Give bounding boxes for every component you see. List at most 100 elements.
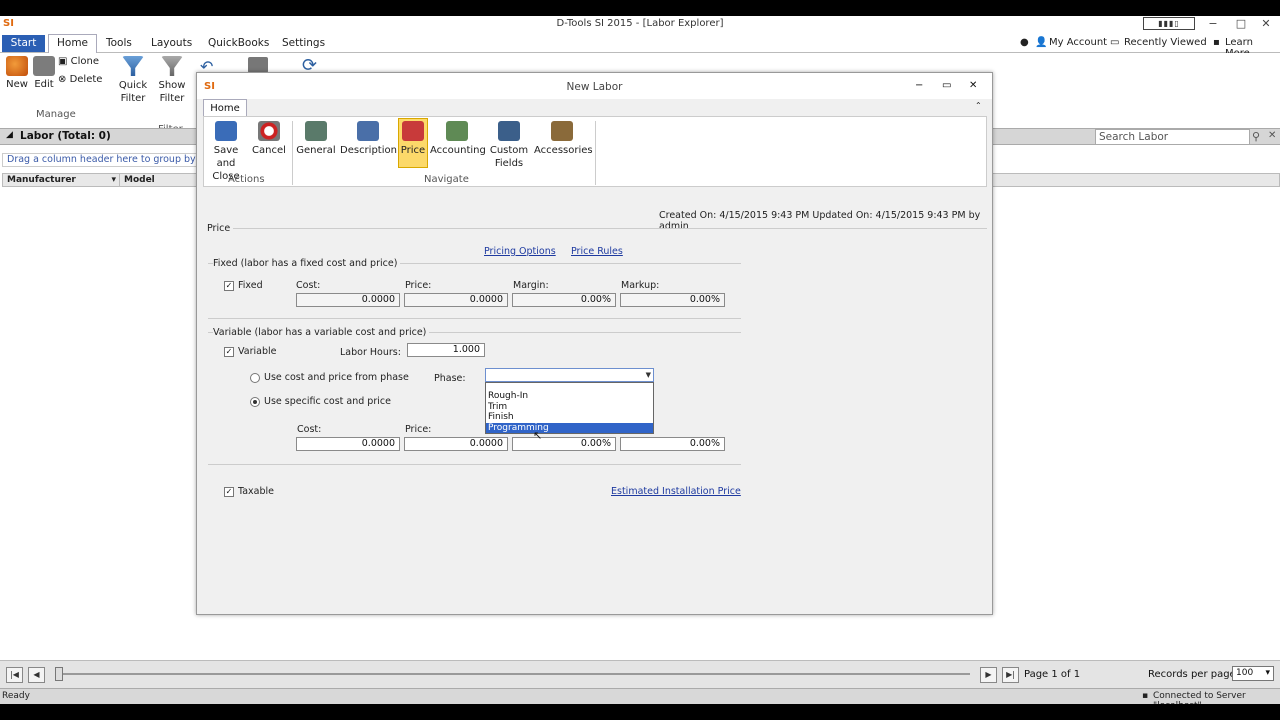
custom-fields-button[interactable]: Custom Fields (488, 121, 530, 170)
cancel-button[interactable]: Cancel (252, 121, 286, 157)
fixed-markup-field[interactable]: 0.00% (620, 293, 725, 307)
first-page-icon[interactable]: |◀ (6, 667, 23, 683)
custom-fields-icon (498, 121, 520, 141)
recent-icon: ▭ (1110, 37, 1120, 48)
price-section-title: Price (207, 223, 234, 234)
column-manufacturer[interactable]: Manufacturer ▾ (2, 173, 120, 187)
description-button[interactable]: Description (340, 121, 397, 157)
phase-option-trim[interactable]: Trim (486, 402, 653, 413)
prev-page-icon[interactable]: ◀ (28, 667, 45, 683)
delete-icon: ⊗ (58, 74, 67, 85)
panel-close-icon[interactable]: ✕ (1268, 130, 1276, 141)
column-filter-icon[interactable]: ▾ (111, 175, 116, 185)
edit-button[interactable]: Edit (32, 56, 56, 90)
column-model[interactable]: Model (119, 173, 199, 187)
menu-layouts[interactable]: Layouts (151, 37, 192, 49)
fixed-margin-label: Margin: (513, 280, 549, 291)
variable-price-label: Price: (405, 424, 432, 435)
report-icon[interactable] (248, 57, 268, 73)
fixed-cost-field[interactable]: 0.0000 (296, 293, 400, 307)
close-icon[interactable]: ✕ (1258, 17, 1274, 30)
column-manufacturer-label: Manufacturer (7, 175, 76, 185)
records-per-page-value: 100 (1236, 668, 1254, 678)
menu-start[interactable]: Start (2, 35, 45, 52)
page-indicator: Page 1 of 1 (1024, 669, 1081, 680)
dialog-minimize-icon[interactable]: − (915, 80, 923, 91)
next-page-icon[interactable]: ▶ (980, 667, 997, 683)
phase-radio[interactable] (250, 373, 260, 383)
menu-quickbooks[interactable]: QuickBooks (208, 37, 269, 49)
variable-cost-field[interactable]: 0.0000 (296, 437, 400, 451)
maximize-icon[interactable]: □ (1233, 17, 1249, 30)
records-per-page-select[interactable]: 100 ▾ (1232, 666, 1274, 681)
search-labor-input[interactable]: Search Labor (1095, 129, 1250, 145)
fixed-checkbox[interactable]: ✓ (224, 281, 234, 291)
fixed-price-label: Price: (405, 280, 432, 291)
search-icon[interactable]: ⚲ (1252, 130, 1260, 143)
dialog-restore-icon[interactable]: ▭ (942, 80, 951, 91)
accounting-icon (446, 121, 468, 141)
phase-select[interactable]: ▼ (485, 368, 654, 382)
dialog-close-icon[interactable]: ✕ (969, 80, 977, 91)
price-label: Price (400, 145, 426, 156)
menu-tools[interactable]: Tools (106, 37, 132, 49)
collapse-icon[interactable]: ◢ (6, 130, 13, 140)
fixed-price-field[interactable]: 0.0000 (404, 293, 508, 307)
price-button[interactable]: Price (398, 118, 428, 168)
edit-icon (33, 56, 55, 76)
group-separator (595, 121, 596, 185)
accounting-button[interactable]: Accounting (430, 121, 486, 157)
scroll-track[interactable] (58, 673, 970, 675)
new-label: New (6, 79, 28, 90)
labor-hours-field[interactable]: 1.000 (407, 343, 485, 357)
recently-viewed-link[interactable]: Recently Viewed (1124, 37, 1207, 48)
accessories-button[interactable]: Accessories (534, 121, 593, 157)
description-icon (357, 121, 379, 141)
new-icon (6, 56, 28, 76)
column-filler (986, 173, 1280, 187)
variable-cost-label: Cost: (297, 424, 322, 435)
variable-legend: Variable (labor has a variable cost and … (213, 327, 430, 338)
menu-home[interactable]: Home (48, 34, 98, 54)
menu-settings[interactable]: Settings (282, 37, 325, 49)
new-button[interactable]: New (4, 56, 30, 90)
funnel-icon (122, 56, 144, 76)
clone-button[interactable]: ▣ Clone (58, 56, 99, 67)
phase-option-programming[interactable]: Programming (486, 422, 653, 433)
save-icon (215, 121, 237, 141)
app-window: SI D-Tools SI 2015 - [Labor Explorer] ▮▮… (0, 16, 1280, 704)
pricing-options-link[interactable]: Pricing Options (484, 246, 556, 257)
variable-markup-field[interactable]: 0.00% (620, 437, 725, 451)
group-manage: Manage (36, 109, 76, 120)
custom-fields-label: Custom Fields (489, 145, 529, 169)
clone-icon: ▣ (58, 56, 68, 67)
fixed-margin-field[interactable]: 0.00% (512, 293, 616, 307)
minimize-icon[interactable]: − (1205, 17, 1221, 30)
description-label: Description (340, 145, 397, 156)
menu-bar: Start Home Tools Layouts QuickBooks Sett… (0, 34, 1280, 59)
price-rules-link[interactable]: Price Rules (571, 246, 623, 257)
variable-checkbox[interactable]: ✓ (224, 347, 234, 357)
variable-margin-field[interactable]: 0.00% (512, 437, 616, 451)
specific-radio[interactable] (250, 397, 260, 407)
phase-option-rough-in[interactable]: Rough-In (486, 391, 653, 402)
quick-filter-button[interactable]: Quick Filter (116, 56, 150, 105)
accounting-label: Accounting (430, 145, 486, 156)
scroll-handle[interactable] (55, 667, 63, 681)
ribbon-collapse-icon[interactable]: ⌃ (975, 101, 982, 110)
book-icon: ▪ (1213, 37, 1220, 48)
taxable-checkbox[interactable]: ✓ (224, 487, 234, 497)
last-page-icon[interactable]: ▶| (1002, 667, 1019, 683)
estimated-installation-price-link[interactable]: Estimated Installation Price (611, 486, 741, 497)
group-navigate: Navigate (424, 174, 469, 185)
variable-price-field[interactable]: 0.0000 (404, 437, 508, 451)
help-dot-icon: ● (1020, 37, 1029, 48)
records-per-page-label: Records per page (1148, 669, 1236, 680)
dialog-title: New Labor (566, 81, 623, 93)
dialog-tab-home[interactable]: Home (203, 99, 247, 117)
show-filter-button[interactable]: Show Filter (155, 56, 189, 105)
my-account-link[interactable]: My Account (1049, 37, 1107, 48)
delete-button[interactable]: ⊗ Delete (58, 74, 102, 85)
phase-option-finish[interactable]: Finish (486, 412, 653, 423)
general-button[interactable]: General (296, 121, 336, 157)
